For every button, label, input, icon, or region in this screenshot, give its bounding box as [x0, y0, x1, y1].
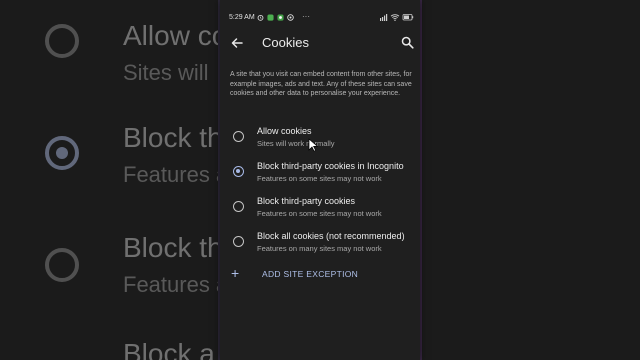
phone-edge-right	[420, 0, 422, 360]
option-title: Allow cookies	[257, 126, 312, 136]
option-subtitle: Sites will work normally	[257, 139, 335, 148]
option-subtitle: Features on many sites may not work	[257, 244, 382, 253]
add-site-exception-button[interactable]: + ADD SITE EXCEPTION	[220, 266, 420, 286]
status-time: 5:29 AM	[229, 14, 255, 21]
cookies-description: A site that you visit can embed content …	[230, 71, 412, 97]
option-block-third-party[interactable]: Block third-party cookies Features on so…	[220, 196, 420, 228]
page-title: Cookies	[262, 35, 309, 50]
arrow-back-icon[interactable]	[230, 36, 244, 50]
radio-button-icon[interactable]	[233, 201, 244, 212]
search-icon[interactable]	[401, 36, 414, 49]
option-block-all-cookies[interactable]: Block all cookies (not recommended) Feat…	[220, 231, 420, 263]
app-bar: Cookies	[220, 28, 420, 60]
camera-icon	[287, 14, 294, 21]
more-notifications-icon: ···	[302, 12, 310, 21]
alarm-icon	[257, 14, 264, 21]
radio-button-icon[interactable]	[233, 131, 244, 142]
add-site-exception-label: ADD SITE EXCEPTION	[262, 269, 359, 279]
option-title: Block all cookies (not recommended)	[257, 231, 405, 241]
option-subtitle: Features on some sites may not work	[257, 174, 382, 183]
whatsapp-icon	[267, 14, 274, 21]
chat-icon	[277, 14, 284, 21]
radio-button-selected-icon[interactable]	[233, 166, 244, 177]
option-block-third-party-incognito[interactable]: Block third-party cookies in Incognito F…	[220, 161, 420, 193]
radio-button-icon[interactable]	[233, 236, 244, 247]
mouse-pointer-icon	[308, 138, 318, 152]
option-title: Block third-party cookies	[257, 196, 356, 206]
status-bar: 5:29 AM ···	[220, 0, 420, 21]
option-subtitle: Features on some sites may not work	[257, 209, 382, 218]
phone-screen: 5:29 AM ··· Cookies A site that you visi…	[220, 0, 420, 360]
option-allow-cookies[interactable]: Allow cookies Sites will work normally	[220, 126, 420, 158]
option-title: Block third-party cookies in Incognito	[257, 161, 404, 171]
plus-icon: +	[231, 265, 240, 281]
signal-wifi-battery-icons	[380, 14, 414, 21]
